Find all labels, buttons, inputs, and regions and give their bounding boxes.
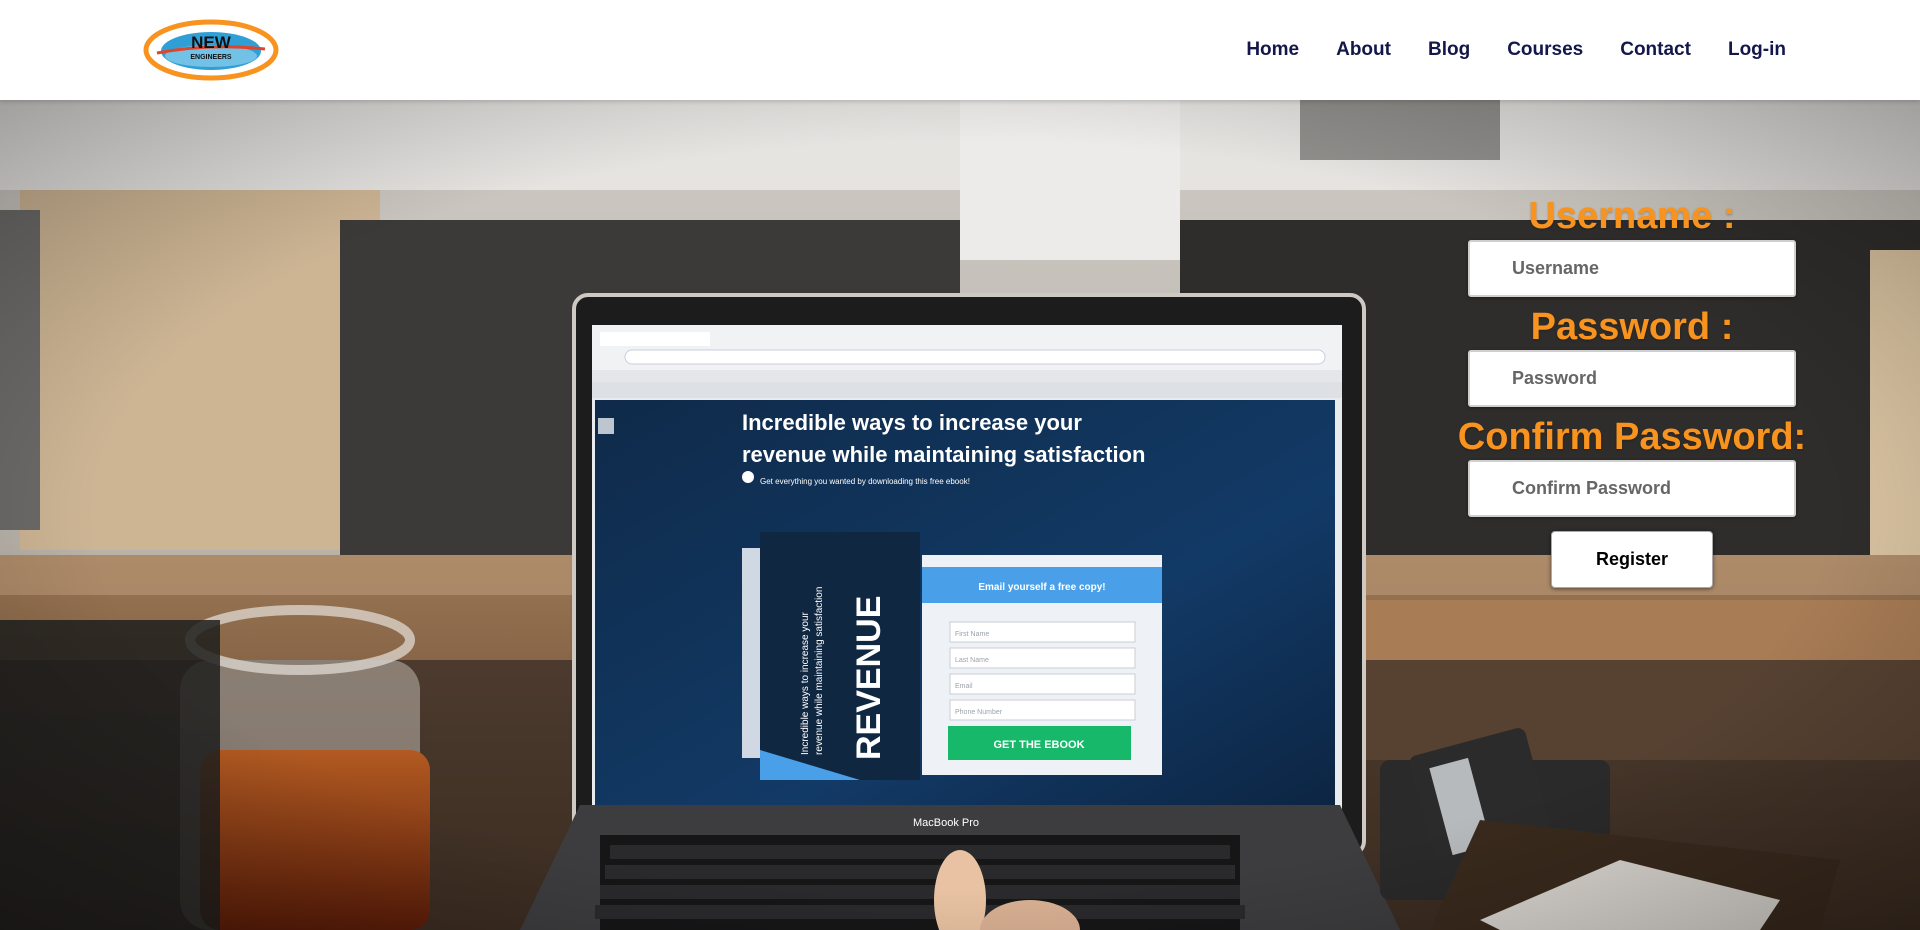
hero-section: Incredible ways to increase your revenue…	[0, 100, 1920, 930]
screen-book-sub-1: Incredible ways to increase your	[800, 611, 811, 755]
username-input[interactable]	[1468, 240, 1796, 297]
screen-field-3: Email	[955, 683, 973, 690]
svg-text:ENGINEERS: ENGINEERS	[190, 54, 232, 61]
screen-cta: GET THE EBOOK	[993, 739, 1084, 751]
nav-about[interactable]: About	[1336, 36, 1391, 64]
username-label: Username :	[1528, 195, 1736, 237]
nav-courses[interactable]: Courses	[1507, 36, 1583, 64]
register-button[interactable]: Register	[1551, 531, 1713, 588]
screen-subline: Get everything you wanted by downloading…	[760, 477, 970, 486]
password-label: Password :	[1530, 306, 1734, 348]
screen-headline-2: revenue while maintaining satisfaction	[742, 442, 1145, 467]
svg-text:NEW: NEW	[191, 33, 232, 52]
screen-book-title: REVENUE	[850, 596, 888, 760]
confirm-password-label: Confirm Password:	[1457, 416, 1807, 458]
screen-card-title: Email yourself a free copy!	[978, 582, 1105, 593]
main-nav: Home About Blog Courses Contact Log-in	[1246, 36, 1786, 64]
screen-book-sub-2: revenue while maintaining satisfaction	[814, 587, 825, 755]
nav-home[interactable]: Home	[1246, 36, 1299, 64]
screen-headline-1: Incredible ways to increase your	[742, 410, 1082, 435]
brand-logo[interactable]: NEW ENGINEERS	[143, 19, 279, 81]
screen-field-1: First Name	[955, 631, 989, 638]
site-header: NEW ENGINEERS Home About Blog Courses Co…	[0, 0, 1920, 100]
nav-contact[interactable]: Contact	[1620, 36, 1691, 64]
nav-blog[interactable]: Blog	[1428, 36, 1470, 64]
register-form: Username : Password : Confirm Password: …	[1420, 194, 1844, 588]
password-input[interactable]	[1468, 350, 1796, 407]
laptop-label: MacBook Pro	[913, 817, 979, 829]
screen-field-2: Last Name	[955, 657, 989, 664]
confirm-password-input[interactable]	[1468, 460, 1796, 517]
nav-login[interactable]: Log-in	[1728, 36, 1786, 64]
screen-field-4: Phone Number	[955, 709, 1003, 716]
